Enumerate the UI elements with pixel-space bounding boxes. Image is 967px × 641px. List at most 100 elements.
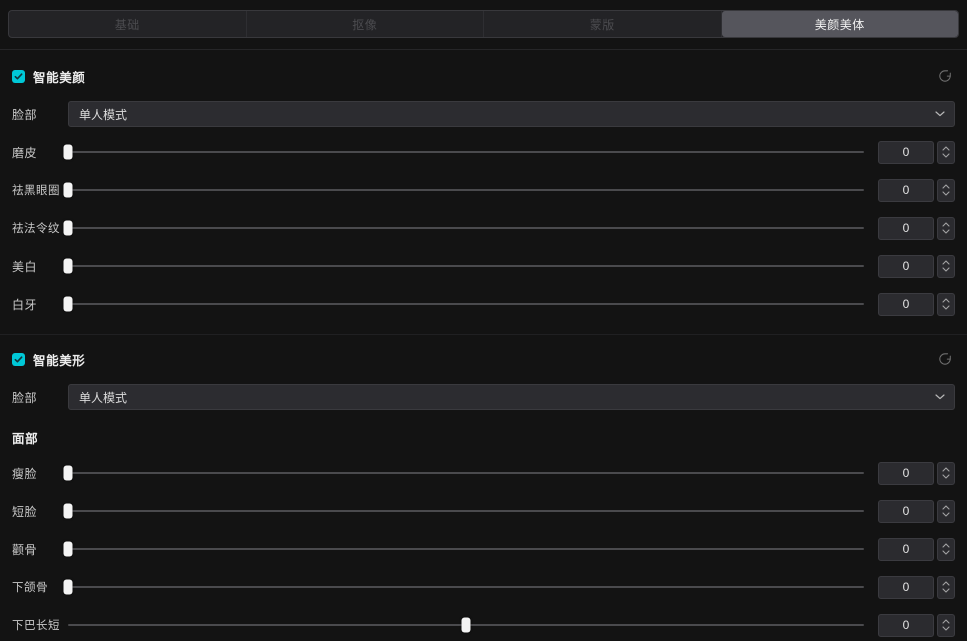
tab-beauty[interactable]: 美颜美体	[721, 11, 958, 37]
slider-slim-face[interactable]	[63, 460, 864, 486]
tab-label: 美颜美体	[814, 17, 865, 32]
row-label: 短脸	[12, 504, 38, 519]
row-label: 脸部	[12, 390, 38, 405]
stepper-teeth[interactable]	[937, 292, 955, 316]
section-title: 智能美颜	[33, 70, 86, 85]
slider-handle[interactable]	[63, 144, 73, 160]
stepper-chin-length[interactable]	[937, 613, 955, 637]
stepper-jawbone[interactable]	[937, 575, 955, 599]
value-input-short-face[interactable]: 0	[878, 499, 934, 523]
slider-track	[68, 510, 864, 512]
tab-bar: 基础 抠像 蒙版 美颜美体	[8, 10, 959, 38]
row-slider-smooth: 磨皮 0	[12, 139, 955, 165]
row-slider-whitening: 美白 0	[12, 253, 955, 279]
row-label: 祛黑眼圈	[12, 185, 60, 197]
row-slider-chin-length: 下巴长短 0	[12, 612, 955, 638]
section-title: 智能美形	[33, 353, 86, 368]
row-label: 祛法令纹	[12, 223, 60, 235]
slider-track	[68, 227, 864, 229]
value-input-smooth[interactable]: 0	[878, 140, 934, 164]
slider-short-face[interactable]	[63, 498, 864, 524]
row-face-mode-2: 脸部 单人模式	[12, 384, 955, 410]
dropdown-face-mode-1[interactable]: 单人模式	[68, 101, 955, 127]
slider-jawbone[interactable]	[63, 574, 864, 600]
stepper-nasolabial[interactable]	[937, 216, 955, 240]
section-header-smart-reshape: 智能美形	[12, 346, 955, 372]
value-input-dark-circles[interactable]: 0	[878, 178, 934, 202]
row-label: 下颌骨	[12, 582, 48, 594]
slider-chin-length[interactable]	[68, 612, 864, 638]
slider-nasolabial[interactable]	[63, 215, 864, 241]
value-input-teeth[interactable]: 0	[878, 292, 934, 316]
value-input-whitening[interactable]: 0	[878, 254, 934, 278]
value-input-jawbone[interactable]: 0	[878, 575, 934, 599]
value-input-slim-face[interactable]: 0	[878, 461, 934, 485]
row-slider-short-face: 短脸 0	[12, 498, 955, 524]
slider-handle[interactable]	[63, 541, 73, 557]
stepper-cheekbone[interactable]	[937, 537, 955, 561]
slider-smooth[interactable]	[63, 139, 864, 165]
row-label: 白牙	[12, 297, 38, 312]
slider-teeth[interactable]	[63, 291, 864, 317]
chevron-down-icon	[935, 394, 945, 400]
row-label: 脸部	[12, 107, 38, 122]
section-header-smart-beauty: 智能美颜	[12, 63, 955, 89]
tab-label: 基础	[114, 17, 140, 32]
reset-icon-smart-reshape[interactable]	[935, 349, 955, 369]
slider-track	[68, 189, 864, 191]
slider-dark-circles[interactable]	[63, 177, 864, 203]
stepper-whitening[interactable]	[937, 254, 955, 278]
slider-track	[68, 265, 864, 267]
reset-icon-smart-beauty[interactable]	[935, 66, 955, 86]
row-slider-slim-face: 瘦脸 0	[12, 460, 955, 486]
slider-track	[68, 151, 864, 153]
slider-track	[68, 548, 864, 550]
dropdown-face-mode-2[interactable]: 单人模式	[68, 384, 955, 410]
value-input-cheekbone[interactable]: 0	[878, 537, 934, 561]
tab-label: 抠像	[352, 17, 378, 32]
row-label: 颧骨	[12, 542, 38, 557]
slider-handle[interactable]	[63, 465, 73, 481]
stepper-slim-face[interactable]	[937, 461, 955, 485]
tab-keying[interactable]: 抠像	[247, 11, 484, 37]
row-slider-dark-circles: 祛黑眼圈 0	[12, 177, 955, 203]
stepper-smooth[interactable]	[937, 140, 955, 164]
tab-label: 蒙版	[589, 17, 615, 32]
slider-handle[interactable]	[461, 617, 471, 633]
slider-cheekbone[interactable]	[63, 536, 864, 562]
slider-handle[interactable]	[63, 258, 73, 274]
row-label: 下巴长短	[12, 620, 60, 632]
group-label-face: 面部	[12, 432, 39, 446]
slider-handle[interactable]	[63, 296, 73, 312]
slider-whitening[interactable]	[63, 253, 864, 279]
slider-handle[interactable]	[63, 503, 73, 519]
dropdown-value: 单人模式	[79, 390, 128, 405]
row-slider-teeth: 白牙 0	[12, 291, 955, 317]
slider-track	[68, 303, 864, 305]
checkbox-smart-reshape[interactable]	[12, 352, 25, 366]
dropdown-value: 单人模式	[79, 107, 128, 122]
chevron-down-icon	[935, 111, 945, 117]
stepper-short-face[interactable]	[937, 499, 955, 523]
value-input-chin-length[interactable]: 0	[878, 613, 934, 637]
value-input-nasolabial[interactable]: 0	[878, 216, 934, 240]
tabbar-divider	[0, 49, 967, 50]
slider-handle[interactable]	[63, 220, 73, 236]
tab-mask[interactable]: 蒙版	[484, 11, 722, 37]
row-slider-nasolabial: 祛法令纹 0	[12, 215, 955, 241]
checkbox-smart-beauty[interactable]	[12, 69, 25, 83]
row-label: 美白	[12, 259, 38, 274]
slider-handle[interactable]	[63, 579, 73, 595]
slider-track	[68, 472, 864, 474]
slider-handle[interactable]	[63, 182, 73, 198]
row-label: 瘦脸	[12, 466, 38, 481]
tab-basic[interactable]: 基础	[9, 11, 247, 37]
row-slider-jawbone: 下颌骨 0	[12, 574, 955, 600]
row-label: 磨皮	[12, 145, 38, 160]
row-face-mode-1: 脸部 单人模式	[12, 101, 955, 127]
row-slider-cheekbone: 颧骨 0	[12, 536, 955, 562]
beauty-panel: 基础 抠像 蒙版 美颜美体 智能美颜 脸部 单人模式 磨皮 0 祛黑眼圈 0 祛…	[0, 0, 967, 641]
section-divider	[0, 334, 967, 335]
slider-track	[68, 586, 864, 588]
stepper-dark-circles[interactable]	[937, 178, 955, 202]
